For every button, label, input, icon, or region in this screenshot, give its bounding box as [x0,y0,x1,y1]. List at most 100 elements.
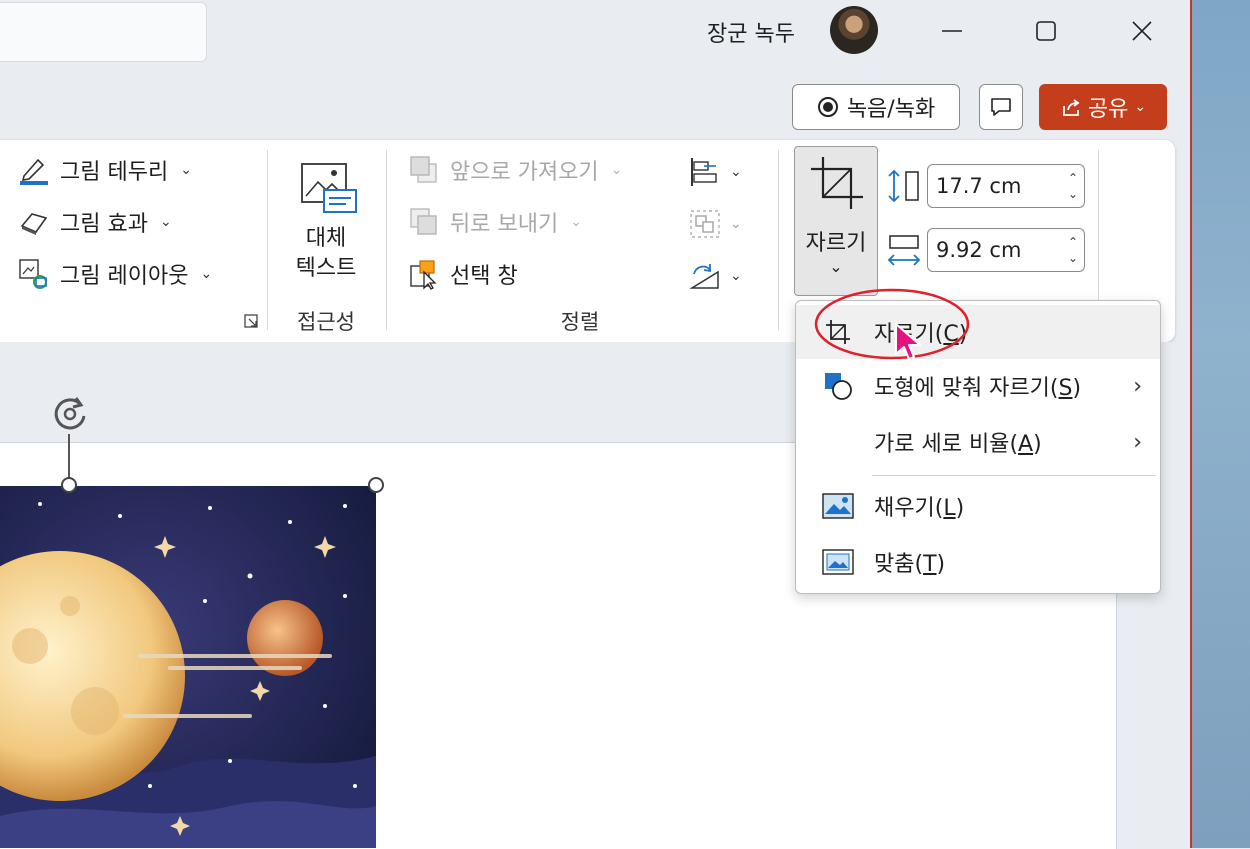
selection-pane-icon [410,260,437,290]
height-stepper[interactable]: 17.7 cm ⌃ ⌄ [927,164,1085,208]
picture-layout-button[interactable]: 그림 레이아웃 ⌄ [18,258,212,290]
chevron-down-icon: ⌄ [610,162,623,178]
chevron-down-icon: ⌄ [730,268,742,284]
record-label: 녹음/녹화 [846,97,936,122]
menu-label: 채우기(L) [874,496,965,521]
menu-item-text: 맞춤 [874,552,915,577]
menu-label: 도형에 맞춰 자르기(S) [874,376,1082,401]
fit-picture-icon [820,544,856,580]
menu-item-fill[interactable]: 채우기(L) [796,479,1160,533]
accessibility-group-label: 접근성 [297,310,355,334]
avatar[interactable] [830,6,878,54]
group-separator [386,150,387,330]
close-icon [1132,21,1152,41]
send-backward-button[interactable]: 뒤로 보내기 ⌄ [408,206,582,238]
search-box[interactable] [0,2,207,62]
share-button[interactable]: 공유 ⌄ [1039,84,1167,130]
selection-pane-label: 선택 창 [450,264,518,289]
menu-item-fit[interactable]: 맞춤(T) [796,535,1160,589]
maximize-button[interactable] [1016,8,1076,54]
menu-item-text: 채우기 [874,496,935,521]
chevron-down-icon: ⌄ [730,216,742,232]
resize-handle-top-right[interactable] [368,477,384,493]
effects-icon [20,213,48,235]
share-icon [1062,99,1080,116]
chevron-down-icon: ⌄ [200,266,213,282]
access-key: S [1058,376,1073,401]
chevron-down-icon[interactable]: ⌄ [1068,186,1078,202]
selection-pane-button[interactable]: 선택 창 [408,258,518,290]
chevron-right-icon: › [1133,373,1142,399]
picture-effects-label: 그림 효과 [60,212,148,237]
menu-label: 맞춤(T) [874,552,946,577]
width-value: 9.92 cm [936,238,1022,262]
group-separator [267,150,268,330]
menu-label: 가로 세로 비율(A) [874,432,1042,457]
close-button[interactable] [1112,8,1172,54]
alt-text-icon [301,163,357,213]
chevron-up-icon[interactable]: ⌃ [1068,170,1078,186]
access-key: T [923,552,937,577]
comment-icon [991,98,1011,116]
bring-forward-icon [410,156,437,183]
resize-handle-top[interactable] [61,477,77,493]
rotate-button[interactable]: ⌄ [688,260,742,292]
bring-forward-label: 앞으로 가져오기 [450,160,599,185]
chevron-down-icon: ⌄ [570,214,582,230]
rotate-icon [689,264,719,289]
crop-button[interactable]: 자르기 ⌄ [794,146,878,296]
menu-item-crop-to-shape[interactable]: 도형에 맞춰 자르기(S) › [796,359,1160,413]
menu-item-aspect-ratio[interactable]: 가로 세로 비율(A) › [796,415,1160,469]
chevron-up-icon[interactable]: ⌃ [1068,234,1078,250]
maximize-icon [1036,21,1056,41]
chevron-down-icon[interactable]: ⌄ [795,257,877,276]
alt-text-button[interactable]: 대체 텍스트 [286,160,366,284]
group-separator [778,150,779,330]
group-objects-icon [690,210,720,238]
align-left-icon [691,158,717,186]
minimize-button[interactable] [922,8,982,54]
crop-label: 자르기 [805,231,867,256]
record-icon [817,97,838,117]
share-label: 공유 [1087,97,1129,122]
height-value: 17.7 cm [936,174,1022,198]
shape-height-icon [888,169,919,203]
mouse-cursor-icon [895,323,921,360]
picture-layout-label: 그림 레이아웃 [60,264,189,289]
chevron-down-icon: ⌄ [159,214,172,230]
crop-icon [811,157,863,209]
access-key: A [1018,432,1034,457]
dialog-launcher-icon[interactable] [244,314,260,330]
chevron-down-icon[interactable]: ⌄ [1068,250,1078,266]
pen-border-icon [20,158,48,185]
desktop-background [1192,0,1250,848]
stepper-arrows[interactable]: ⌃ ⌄ [1062,170,1084,202]
chevron-down-icon: ⌄ [730,164,742,180]
menu-item-text: 가로 세로 비율 [874,432,1010,457]
rotate-handle-icon[interactable] [50,394,90,434]
alt-text-label-2: 텍스트 [295,256,357,281]
picture-effects-button[interactable]: 그림 효과 ⌄ [18,206,172,238]
send-backward-icon [410,208,437,235]
stepper-arrows[interactable]: ⌃ ⌄ [1062,234,1084,266]
moon-artwork [0,486,376,848]
rotate-handle-stem [68,434,70,478]
layout-icon [19,259,47,289]
user-name[interactable]: 장군 녹두 [707,16,795,48]
picture-border-button[interactable]: 그림 테두리 ⌄ [18,154,192,186]
selected-picture[interactable] [0,486,376,848]
chevron-down-icon: ⌄ [1134,99,1147,115]
align-button[interactable]: ⌄ [688,156,742,188]
alt-text-label-1: 대체 [305,226,347,251]
minimize-icon [942,30,962,32]
picture-border-label: 그림 테두리 [60,160,169,185]
arrange-group-label: 정렬 [560,310,600,334]
group-button[interactable]: ⌄ [688,208,742,240]
width-stepper[interactable]: 9.92 cm ⌃ ⌄ [927,228,1085,272]
access-key: L [943,496,956,521]
send-backward-label: 뒤로 보내기 [450,212,559,237]
bring-forward-button[interactable]: 앞으로 가져오기 ⌄ [408,154,622,186]
record-button[interactable]: 녹음/녹화 [792,84,960,130]
chevron-right-icon: › [1133,429,1142,455]
comment-button[interactable] [979,84,1023,130]
